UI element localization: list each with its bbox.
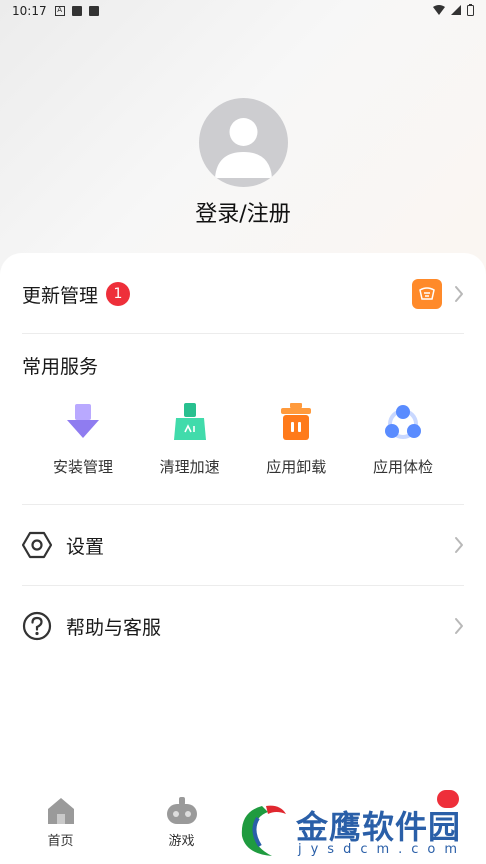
signal-icon <box>451 5 461 15</box>
gamepad-icon <box>166 797 197 824</box>
tab-games[interactable]: 游戏 <box>121 784 242 849</box>
status-time: 10:17 <box>12 4 47 18</box>
watermark-logo: 金鹰软件园 jysdcm.com <box>232 790 482 860</box>
chevron-right-icon <box>455 618 463 634</box>
avatar[interactable] <box>199 98 288 187</box>
services-grid: 安装管理 清理加速 应用卸载 应用体检 <box>30 400 456 477</box>
notification-a-icon: A <box>54 6 65 16</box>
chevron-right-icon <box>455 537 463 553</box>
service-app-uninstall[interactable]: 应用卸载 <box>243 400 349 477</box>
settings-row[interactable]: 设置 <box>22 505 464 585</box>
settings-hexagon-icon <box>22 531 52 559</box>
settings-label: 设置 <box>66 535 105 558</box>
watermark-subtitle: jysdcm.com <box>298 842 467 857</box>
service-install-manage[interactable]: 安装管理 <box>30 400 136 477</box>
chevron-right-icon <box>455 286 463 302</box>
trash-uninstall-icon <box>281 403 312 440</box>
tab-label: 首页 <box>47 834 74 849</box>
help-question-icon <box>22 611 52 641</box>
notification-icon <box>71 6 82 16</box>
wifi-icon <box>433 5 445 15</box>
notification-icon-2 <box>88 6 99 16</box>
services-section-title: 常用服务 <box>22 356 99 378</box>
checkup-nodes-icon <box>384 405 421 439</box>
update-management-label: 更新管理 <box>22 284 99 307</box>
broom-clean-icon <box>173 403 206 440</box>
service-app-checkup[interactable]: 应用体检 <box>350 400 456 477</box>
update-management-row[interactable]: 更新管理 1 <box>22 254 464 334</box>
service-label: 应用卸载 <box>266 458 327 476</box>
service-label: 应用体检 <box>372 458 433 476</box>
tab-label: 游戏 <box>168 834 195 849</box>
help-service-row[interactable]: 帮助与客服 <box>22 586 464 666</box>
service-label: 安装管理 <box>52 458 113 476</box>
update-count-badge: 1 <box>106 282 131 306</box>
service-clean-speed[interactable]: 清理加速 <box>137 400 243 477</box>
tab-home[interactable]: 首页 <box>0 784 121 849</box>
help-service-label: 帮助与客服 <box>66 616 162 639</box>
notification-dot <box>437 790 459 808</box>
home-icon <box>47 798 74 824</box>
battery-icon <box>467 4 474 16</box>
login-register-link[interactable]: 登录/注册 <box>0 196 486 228</box>
app-thumbnail-icon <box>412 279 442 309</box>
divider <box>22 333 464 334</box>
user-silhouette-icon <box>215 118 272 178</box>
install-download-icon <box>67 404 99 438</box>
eagle-logo-icon <box>241 805 286 856</box>
service-label: 清理加速 <box>159 458 220 476</box>
status-bar: 10:17 A <box>0 0 486 22</box>
